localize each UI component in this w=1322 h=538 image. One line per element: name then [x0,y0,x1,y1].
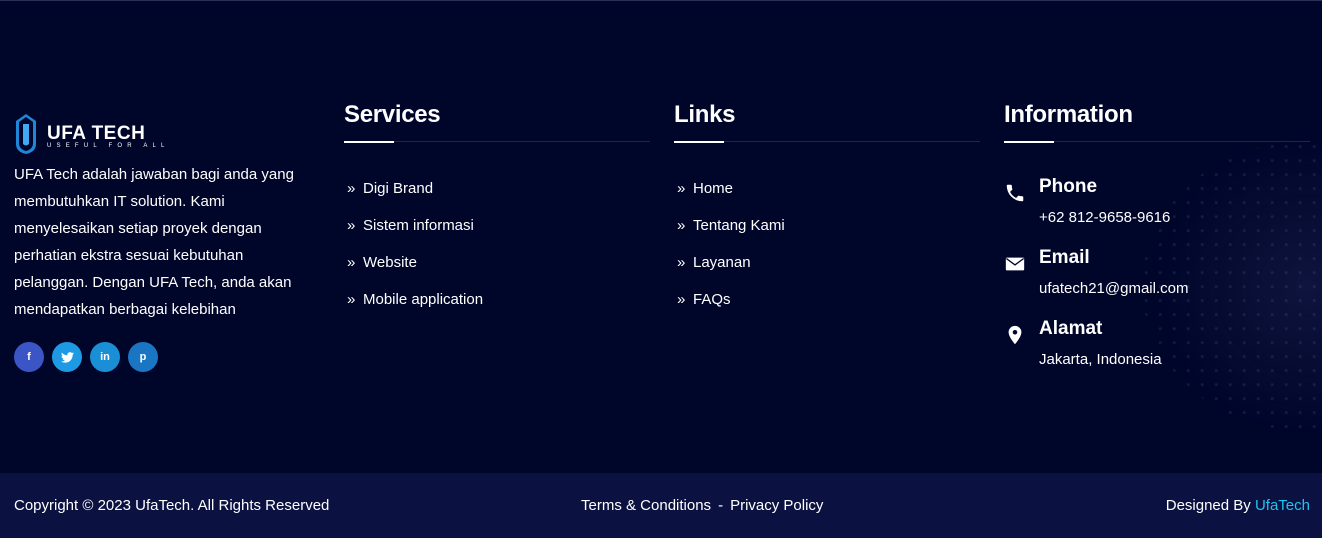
link-item-layanan[interactable]: » Layanan [674,244,785,281]
address-value: Jakarta, Indonesia [1039,351,1162,368]
double-chevron-right-icon: » [347,180,356,197]
address-title: Alamat [1039,318,1103,339]
link-label: Home [693,180,734,197]
designer-link[interactable]: UfaTech [1255,497,1310,514]
link-item-home[interactable]: » Home [674,170,785,207]
double-chevron-right-icon: » [347,254,356,271]
linkedin-icon[interactable]: in [90,342,120,372]
footer-main: UFA TECH USEFUL FOR ALL UFA Tech adalah … [0,1,1322,473]
links-divider-accent [674,141,724,143]
brand-logo[interactable]: UFA TECH USEFUL FOR ALL [14,114,164,154]
logo-mark-icon [16,114,36,154]
about-description: UFA Tech adalah jawaban bagi anda yang m… [14,166,294,318]
information-divider-accent [1004,141,1054,143]
brand-name: UFA TECH [47,123,146,144]
double-chevron-right-icon: » [677,217,686,234]
service-label: Website [363,254,417,271]
info-phone: Phone +62 812-9658-9616 [1004,176,1310,236]
double-chevron-right-icon: » [677,180,686,197]
information-heading: Information [1004,101,1133,128]
social-links: f in p [14,342,214,372]
link-item-faqs[interactable]: » FAQs [674,281,785,318]
services-list: » Digi Brand » Sistem informasi » Website »… [344,170,483,318]
map-pin-icon [1008,325,1022,345]
phone-title: Phone [1039,176,1098,197]
terms-link[interactable]: Terms & Conditions [581,497,711,514]
pinterest-icon[interactable]: p [128,342,158,372]
link-item-tentang-kami[interactable]: » Tentang Kami [674,207,785,244]
service-item-mobile-application[interactable]: » Mobile application [344,281,483,318]
service-item-sistem-informasi[interactable]: » Sistem informasi [344,207,483,244]
double-chevron-right-icon: » [677,291,686,308]
double-chevron-right-icon: » [347,291,356,308]
links-heading: Links [674,101,736,128]
privacy-link[interactable]: Privacy Policy [730,497,823,514]
services-divider-accent [344,141,394,143]
info-address: Alamat Jakarta, Indonesia [1004,318,1310,378]
service-label: Sistem informasi [363,217,474,234]
designed-by-prefix: Designed By [1165,497,1251,514]
facebook-icon[interactable]: f [14,342,44,372]
services-heading: Services [344,101,441,128]
double-chevron-right-icon: » [677,254,686,271]
service-item-digi-brand[interactable]: » Digi Brand [344,170,483,207]
brand-tagline: USEFUL FOR ALL [47,143,170,149]
link-label: Layanan [693,254,751,271]
email-title: Email [1039,247,1090,268]
phone-value[interactable]: +62 812-9658-9616 [1039,209,1170,226]
envelope-icon [1005,257,1025,271]
service-label: Mobile application [363,291,484,308]
designed-by: Designed By UfaTech [1166,497,1310,514]
service-item-website[interactable]: » Website [344,244,483,281]
twitter-icon[interactable] [52,342,82,372]
policy-links: Terms & Conditions - Privacy Policy [581,497,823,514]
links-list: » Home » Tentang Kami » Layanan » FAQs [674,170,785,318]
info-email: Email ufatech21@gmail.com [1004,247,1310,307]
copyright-text: Copyright © 2023 UfaTech. All Rights Res… [14,497,330,514]
link-label: FAQs [693,291,731,308]
phone-icon [1006,184,1024,202]
email-value[interactable]: ufatech21@gmail.com [1039,280,1188,297]
service-label: Digi Brand [363,180,434,197]
policy-separator: - [718,497,724,514]
link-label: Tentang Kami [693,217,785,234]
footer-bottom-bar: Copyright © 2023 UfaTech. All Rights Res… [0,473,1322,538]
double-chevron-right-icon: » [347,217,356,234]
